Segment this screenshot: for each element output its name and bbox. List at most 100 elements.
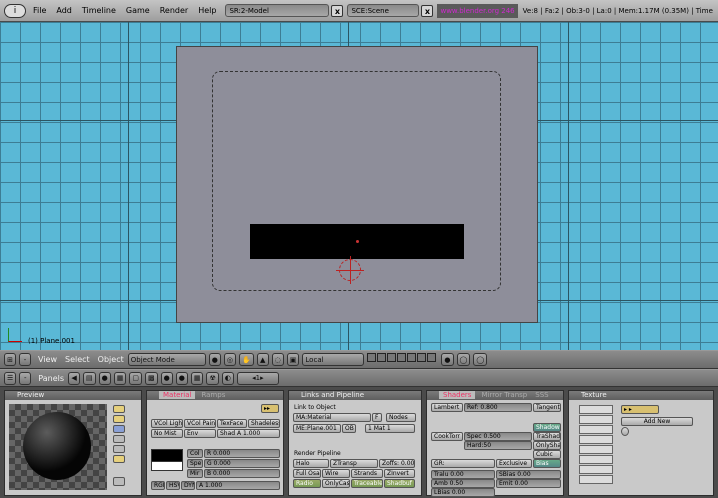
translate-icon[interactable]: ▲ (256, 353, 269, 366)
rgb-toggle[interactable]: RGB (151, 481, 165, 490)
menu-select[interactable]: Select (65, 355, 90, 364)
screen-delete-button[interactable]: x (331, 4, 344, 17)
vcol-light-toggle[interactable]: VCol Light (151, 419, 183, 428)
radio-toggle[interactable]: Radio (293, 479, 321, 488)
script-icon[interactable]: ▤ (83, 371, 96, 385)
amb-slider[interactable]: Amb 0.50 (431, 479, 495, 488)
menu-add[interactable]: Add (51, 6, 77, 15)
traceable-toggle[interactable]: Traceable (351, 479, 383, 488)
alpha-slider[interactable]: A 1.000 (196, 481, 280, 490)
scene-delete-button[interactable]: x (421, 4, 434, 17)
render-icon[interactable]: ◯ (456, 353, 471, 366)
shadeless-toggle[interactable]: Shadeless (248, 419, 280, 428)
onlycast-toggle[interactable]: OnlyCast (322, 479, 350, 488)
mir-button[interactable]: Mir (187, 469, 203, 478)
col-button[interactable]: Col (187, 449, 203, 458)
texture-icon[interactable]: ▦ (190, 371, 204, 385)
bias-toggle[interactable]: Bias (533, 459, 561, 468)
mode-select[interactable]: Object Mode (127, 353, 206, 366)
layer-buttons[interactable] (367, 353, 437, 366)
trashad-toggle[interactable]: TraShad (533, 432, 561, 441)
halo-toggle[interactable]: Halo (293, 459, 329, 468)
shading-icon[interactable]: ● (98, 371, 111, 385)
tab-material[interactable]: Material (159, 391, 196, 399)
menu-render[interactable]: Render (155, 6, 193, 15)
info-window-icon[interactable]: i (4, 3, 26, 18)
strands-button[interactable]: Strands (351, 469, 383, 478)
hard-slider[interactable]: Hard:50 (464, 441, 532, 450)
collapse-menus-icon[interactable]: - (19, 371, 32, 385)
menu-object[interactable]: Object (98, 355, 124, 364)
scene-field[interactable]: SCE:Scene (347, 4, 420, 17)
vcol-paint-toggle[interactable]: VCol Paint (184, 419, 216, 428)
menu-game[interactable]: Game (121, 6, 155, 15)
sbias-slider[interactable]: SBias 0.00 (496, 470, 561, 479)
shadbuf-toggle[interactable]: Shadbuf (384, 479, 415, 488)
scene-icon[interactable]: ▩ (145, 371, 158, 385)
editor-type-icon[interactable]: ⊞ (4, 353, 16, 366)
object-icon[interactable]: ▦ (113, 371, 127, 385)
editor-type-icon[interactable]: ☰ (4, 371, 17, 385)
spe-button[interactable]: Spe (187, 459, 203, 468)
fake-user-button[interactable]: F (372, 413, 382, 422)
ztransp-toggle[interactable]: ZTransp (330, 459, 378, 468)
tab-shaders[interactable]: Shaders (439, 391, 476, 399)
ogl-render-icon[interactable]: ◯ (473, 353, 488, 366)
texture-nav-button[interactable]: ▸ ▸ (621, 405, 659, 414)
full-osa-toggle[interactable]: Full Osa (293, 469, 321, 478)
lock-icon[interactable]: ● (441, 353, 454, 366)
texture-link-icon[interactable] (621, 427, 629, 436)
shadow-toggle[interactable]: Shadow (533, 423, 561, 432)
cubic-toggle[interactable]: Cubic (533, 450, 561, 459)
3d-viewport[interactable]: (1) Plane.001 (0, 22, 718, 350)
pivot-icon[interactable]: ◎ (223, 353, 236, 366)
plane-object[interactable] (250, 224, 464, 259)
tangent-toggle[interactable]: Tangent (533, 403, 561, 412)
texface-toggle[interactable]: TexFace (217, 419, 247, 428)
mesh-name-field[interactable]: ME:Plane.001 (293, 424, 341, 433)
tab-ramps[interactable]: Ramps (197, 391, 229, 399)
rotate-icon[interactable]: ◌ (271, 353, 284, 366)
hand-icon[interactable]: ✋ (238, 353, 254, 366)
exclusive-toggle[interactable]: Exclusive (496, 459, 532, 468)
tab-sss[interactable]: SSS (531, 391, 552, 399)
material-icon[interactable]: ● (175, 371, 188, 385)
menu-file[interactable]: File (28, 6, 51, 15)
b-slider[interactable]: B 0.000 (204, 469, 280, 478)
specular-shader-select[interactable]: CookTorr (431, 432, 463, 441)
logic-icon[interactable]: ◀ (68, 371, 81, 385)
emit-slider[interactable]: Emit 0.00 (496, 479, 561, 488)
onlysha-toggle[interactable]: OnlySha (533, 441, 561, 450)
add-new-button[interactable]: Add New (621, 417, 693, 426)
ref-slider[interactable]: Ref: 0.800 (464, 403, 532, 412)
menu-timeline[interactable]: Timeline (77, 6, 121, 15)
frame-field[interactable]: ◂ 1 ▸ (236, 371, 279, 385)
shad-alpha-field[interactable]: Shad A 1.000 (217, 429, 280, 438)
lbias-slider[interactable]: LBias 0.00 (431, 488, 495, 497)
radiosity-icon[interactable]: ☢ (206, 371, 219, 385)
diffuse-shader-select[interactable]: Lambert (431, 403, 463, 412)
tralu-slider[interactable]: Tralu 0.00 (431, 470, 495, 479)
zinvert-toggle[interactable]: ZInvert (384, 469, 415, 478)
menu-panels[interactable]: Panels (38, 374, 64, 383)
collapse-menus-icon[interactable]: - (19, 353, 31, 366)
preview-type-buttons[interactable] (113, 405, 125, 467)
dyn-toggle[interactable]: DYN (181, 481, 195, 490)
material-nav-button[interactable]: ▸▸ (261, 404, 279, 413)
lamp-icon[interactable]: ● (160, 371, 173, 385)
blender-url[interactable]: www.blender.org 246 (437, 3, 518, 18)
wire-toggle[interactable]: Wire (322, 469, 350, 478)
draw-type-icon[interactable]: ● (208, 353, 221, 366)
r-slider[interactable]: R 0.000 (204, 449, 280, 458)
texture-channel-list[interactable] (579, 405, 613, 493)
world-icon[interactable]: ◐ (221, 371, 234, 385)
spec-slider[interactable]: Spec 0.500 (464, 432, 532, 441)
screen-field[interactable]: SR:2-Model (225, 4, 330, 17)
menu-view[interactable]: View (38, 355, 57, 364)
orientation-select[interactable]: Local (302, 353, 365, 366)
editing-icon[interactable]: ▢ (129, 371, 143, 385)
g-slider[interactable]: G 0.000 (204, 459, 280, 468)
hsv-toggle[interactable]: HSV (166, 481, 180, 490)
ob-button[interactable]: OB (342, 424, 356, 433)
material-name-field[interactable]: MA:Material (293, 413, 371, 422)
